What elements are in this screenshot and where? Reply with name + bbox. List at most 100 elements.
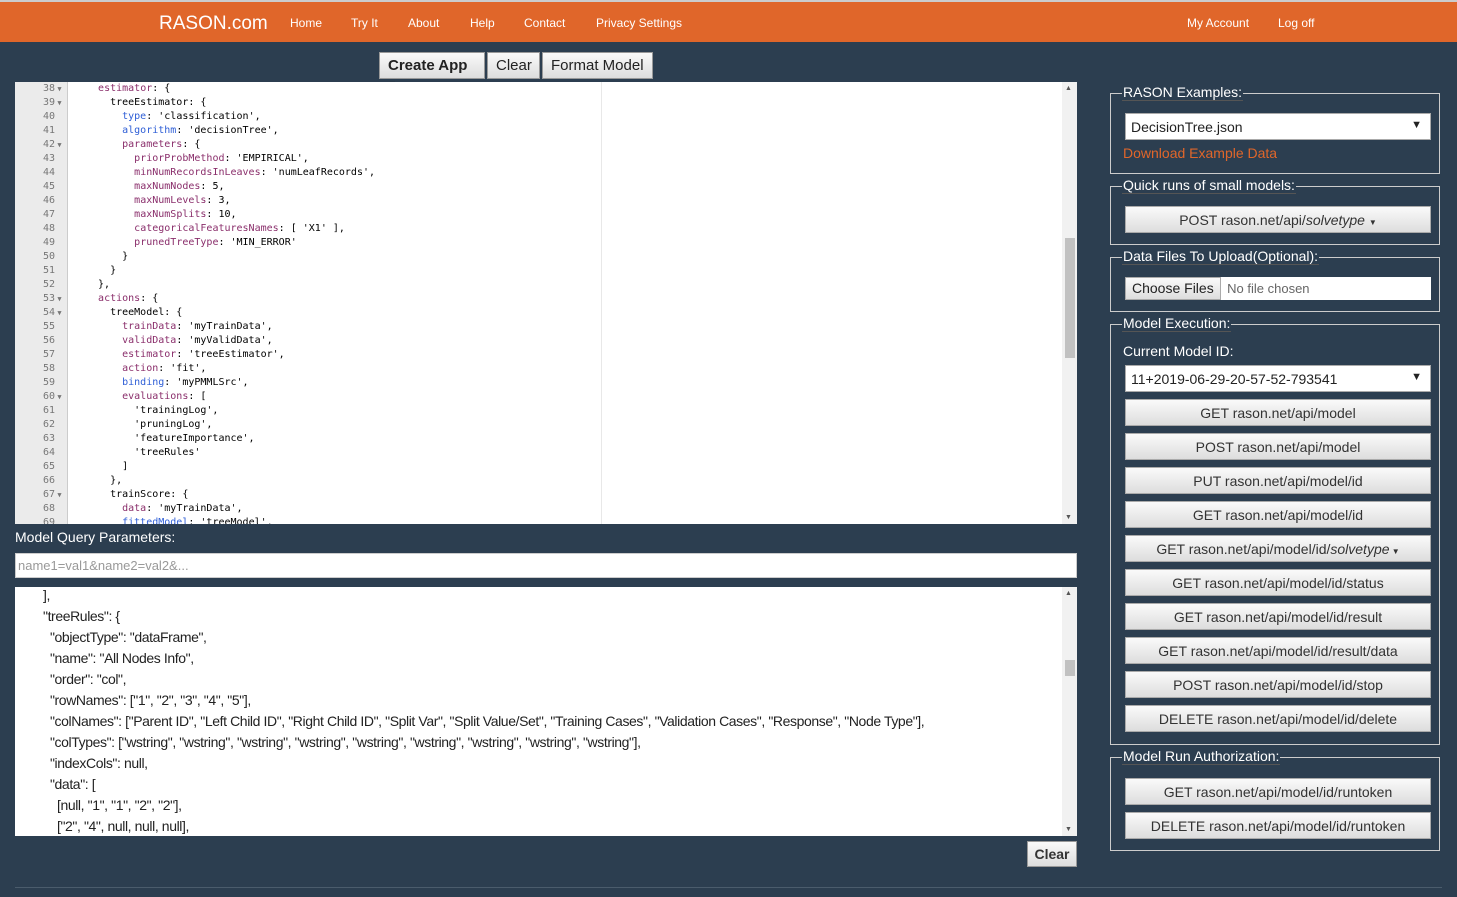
line-number-text: 43	[42, 153, 55, 164]
file-input[interactable]: Choose Files No file chosen	[1125, 277, 1431, 300]
code-token: : {	[182, 139, 201, 150]
code-token: 'pruningLog',	[86, 419, 213, 430]
code-token: }	[86, 265, 117, 276]
scrollbar-thumb[interactable]	[1065, 660, 1075, 676]
line-number: 43	[15, 152, 67, 166]
line-number-text: 45	[42, 181, 55, 192]
code-token: : [ 'X1' ],	[278, 223, 345, 234]
code-line: fittedModel: 'treeModel',	[86, 516, 375, 524]
create-app-button[interactable]: Create App ▼	[379, 52, 485, 89]
code-token: : {	[140, 293, 159, 304]
line-number-text: 40	[42, 111, 55, 122]
logo[interactable]: RASON.com	[159, 13, 268, 35]
nav-help[interactable]: Help	[470, 16, 495, 30]
fold-arrow-icon[interactable]: ▼	[55, 292, 64, 306]
runtoken-button[interactable]: GET rason.net/api/model/id/runtoken	[1125, 778, 1431, 805]
button-label: GET rason.net/api/model/id/result/data	[1158, 643, 1398, 659]
button-label-italic: solvetype	[1330, 541, 1390, 557]
api-button[interactable]: GET rason.net/api/model/id/result	[1125, 603, 1431, 630]
nav-my-account[interactable]: My Account	[1187, 16, 1249, 30]
code-token: evaluations	[122, 391, 189, 402]
api-button[interactable]: POST rason.net/api/model	[1125, 433, 1431, 460]
fold-arrow-icon[interactable]: ▼	[55, 82, 64, 96]
output-scrollbar[interactable]: ▲ ▼	[1062, 587, 1077, 836]
code-line: treeModel: {	[86, 306, 375, 320]
scrollbar-thumb[interactable]	[1065, 238, 1075, 358]
code-token: : 'myValidData',	[176, 335, 273, 346]
code-token: trainScore: {	[86, 489, 189, 500]
code-line: }	[86, 264, 375, 278]
code-token: action	[122, 363, 159, 374]
fold-arrow-icon[interactable]: ▼	[55, 138, 64, 152]
result-output[interactable]: ], "treeRules": { "objectType": "dataFra…	[15, 587, 1077, 836]
api-button[interactable]: POST rason.net/api/model/id/stop	[1125, 671, 1431, 698]
line-number: 69	[15, 516, 67, 524]
line-number: 50	[15, 250, 67, 264]
choose-files-button[interactable]: Choose Files	[1125, 277, 1221, 300]
fold-arrow-icon[interactable]: ▼	[55, 488, 64, 502]
code-line: prunedTreeType: 'MIN_ERROR'	[86, 236, 375, 250]
scroll-down-icon[interactable]: ▼	[1065, 826, 1072, 833]
nav-contact[interactable]: Contact	[524, 16, 565, 30]
clear-model-button[interactable]: Clear	[487, 52, 540, 79]
line-number-text: 69	[42, 517, 55, 524]
code-token: parameters	[122, 139, 183, 150]
code-token: algorithm	[122, 125, 177, 136]
api-button[interactable]: GET rason.net/api/model/id/solvetype ▼	[1125, 535, 1431, 562]
scroll-up-icon[interactable]: ▲	[1065, 590, 1072, 597]
fold-arrow-icon[interactable]: ▼	[55, 96, 64, 110]
line-number-text: 58	[42, 363, 55, 374]
line-number-text: 41	[42, 125, 55, 136]
api-button[interactable]: GET rason.net/api/model/id	[1125, 501, 1431, 528]
code-token: },	[86, 475, 123, 486]
line-number-text: 38	[42, 83, 55, 94]
nav-privacy-settings[interactable]: Privacy Settings	[596, 16, 682, 30]
code-token: binding	[122, 377, 165, 388]
line-number-text: 46	[42, 195, 55, 206]
format-model-button[interactable]: Format Model	[542, 52, 653, 79]
nav-about[interactable]: About	[408, 16, 439, 30]
api-button[interactable]: DELETE rason.net/api/model/id/delete	[1125, 705, 1431, 732]
examples-panel: RASON Examples: DecisionTree.json ▼ Downl…	[1110, 84, 1440, 174]
api-button[interactable]: GET rason.net/api/model/id/status	[1125, 569, 1431, 596]
code-token: 'trainingLog',	[86, 405, 219, 416]
nav-home[interactable]: Home	[290, 16, 322, 30]
runtoken-button[interactable]: DELETE rason.net/api/model/id/runtoken	[1125, 812, 1431, 839]
editor-scrollbar[interactable]: ▲ ▼	[1062, 82, 1077, 524]
code-line: 'treeRules'	[86, 446, 375, 460]
model-id-select[interactable]: 11+2019-06-29-20-57-52-793541 ▼	[1125, 365, 1431, 392]
code-token: maxNumNodes	[134, 181, 201, 192]
post-solvetype-button[interactable]: POST rason.net/api/solvetype ▼	[1125, 206, 1431, 233]
fold-arrow-icon[interactable]: ▼	[55, 390, 64, 404]
code-token: : 'myTrainData',	[146, 503, 243, 514]
file-status: No file chosen	[1227, 281, 1310, 296]
code-token: categoricalFeaturesNames	[134, 223, 279, 234]
code-line: validData: 'myValidData',	[86, 334, 375, 348]
download-example-link[interactable]: Download Example Data	[1123, 145, 1277, 161]
model-code-editor[interactable]: 38 ▼ 39 ▼ 40 41 42 ▼ 43 44 45 46 47 48 49 50 51 52 53 ▼ 54 ▼ 5…	[15, 82, 1077, 524]
code-content[interactable]: estimator: { treeEstimator: { type: 'cla…	[86, 82, 375, 524]
nav-log-off[interactable]: Log off	[1278, 16, 1314, 30]
code-token: validData	[122, 335, 177, 346]
code-token: trainData	[122, 321, 177, 332]
line-number: 66	[15, 474, 67, 488]
api-button[interactable]: PUT rason.net/api/model/id	[1125, 467, 1431, 494]
example-select[interactable]: DecisionTree.json ▼	[1125, 113, 1431, 140]
api-button[interactable]: GET rason.net/api/model/id/result/data	[1125, 637, 1431, 664]
nav-try-it[interactable]: Try It	[351, 16, 378, 30]
line-number-text: 53	[42, 293, 55, 304]
api-button[interactable]: GET rason.net/api/model	[1125, 399, 1431, 426]
button-label: GET rason.net/api/model/id/	[1156, 541, 1331, 557]
query-params-input[interactable]: name1=val1&name2=val2&...	[15, 553, 1077, 578]
clear-output-button[interactable]: Clear	[1027, 841, 1077, 867]
line-number-text: 68	[42, 503, 55, 514]
scroll-up-icon[interactable]: ▲	[1065, 85, 1072, 92]
scroll-down-icon[interactable]: ▼	[1065, 514, 1072, 521]
line-number-text: 60	[42, 391, 55, 402]
code-line: action: 'fit',	[86, 362, 375, 376]
fold-arrow-icon[interactable]: ▼	[55, 306, 64, 320]
